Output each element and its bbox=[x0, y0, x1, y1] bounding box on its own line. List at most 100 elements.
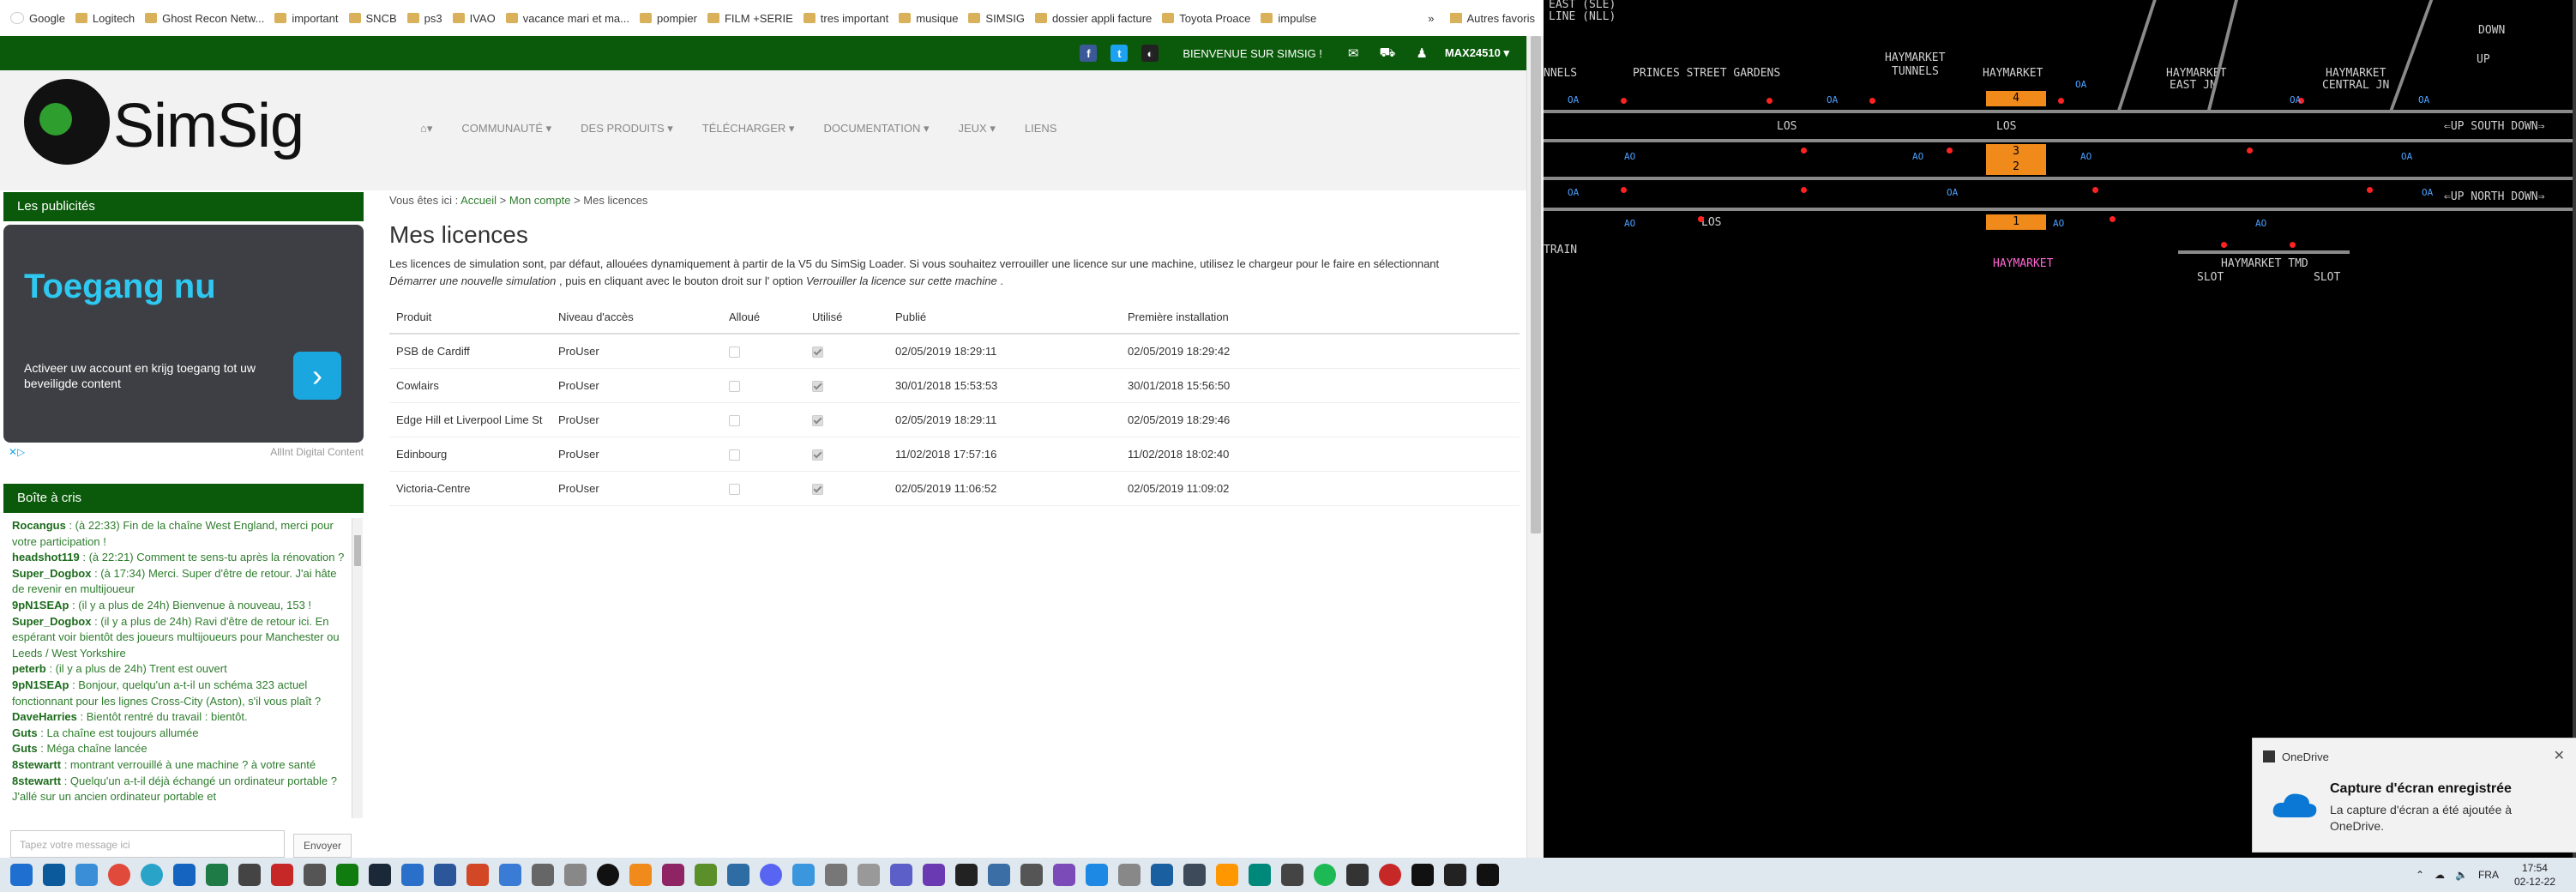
bookmark-impulse[interactable]: impulse bbox=[1261, 12, 1316, 25]
allocated-checkbox[interactable] bbox=[729, 484, 740, 496]
allocated-checkbox[interactable] bbox=[729, 449, 740, 461]
signal-icon[interactable] bbox=[1698, 216, 1704, 222]
signal-icon[interactable] bbox=[2290, 242, 2296, 248]
powerpoint-icon[interactable] bbox=[466, 864, 489, 886]
discord-icon[interactable] bbox=[760, 864, 782, 886]
app-icon[interactable] bbox=[1346, 864, 1369, 886]
app-icon[interactable] bbox=[1183, 864, 1206, 886]
close-icon[interactable]: ✕ bbox=[2554, 747, 2565, 764]
signal-icon[interactable] bbox=[2367, 187, 2373, 193]
signal-icon[interactable] bbox=[1947, 148, 1953, 154]
nav-documentation[interactable]: DOCUMENTATION ▾ bbox=[823, 122, 929, 136]
breadcrumb-home[interactable]: Accueil bbox=[460, 194, 497, 207]
app-icon[interactable] bbox=[1379, 864, 1401, 886]
bookmark-google[interactable]: Google bbox=[10, 12, 65, 25]
app-icon[interactable] bbox=[662, 864, 684, 886]
signal-icon[interactable] bbox=[2058, 98, 2064, 104]
language-indicator[interactable]: FRA bbox=[2478, 869, 2499, 881]
bookmark-toyota[interactable]: Toyota Proace bbox=[1162, 12, 1250, 25]
app-icon[interactable] bbox=[1216, 864, 1238, 886]
network-icon[interactable]: ☁ bbox=[2435, 869, 2445, 881]
bookmark-simsig[interactable]: SIMSIG bbox=[968, 12, 1025, 25]
mail-icon[interactable]: ✉ bbox=[1348, 45, 1359, 61]
bookmark-logitech[interactable]: Logitech bbox=[75, 12, 135, 25]
app-icon[interactable] bbox=[1444, 864, 1466, 886]
spotify-icon[interactable] bbox=[1314, 864, 1336, 886]
nav-telecharger[interactable]: TÉLÉCHARGER ▾ bbox=[702, 122, 795, 136]
onedrive-notification[interactable]: OneDrive ✕ Capture d'écran enregistrée L… bbox=[2252, 738, 2576, 853]
browser-scrollbar[interactable] bbox=[1526, 36, 1544, 858]
signal-icon[interactable] bbox=[1766, 98, 1773, 104]
app-icon[interactable] bbox=[727, 864, 749, 886]
search-icon[interactable] bbox=[43, 864, 65, 886]
platform-2[interactable]: 2 bbox=[1986, 160, 2046, 175]
signal-icon[interactable] bbox=[1801, 187, 1807, 193]
app-icon[interactable] bbox=[629, 864, 652, 886]
app-icon[interactable] bbox=[1281, 864, 1303, 886]
signal-icon[interactable] bbox=[2221, 242, 2227, 248]
sim-scrollbar[interactable] bbox=[2573, 0, 2576, 858]
bookmark-other[interactable]: Autres favoris bbox=[1467, 12, 1535, 25]
user-menu[interactable]: MAX24510 ▾ bbox=[1445, 46, 1509, 60]
app-icon[interactable] bbox=[825, 864, 847, 886]
app-icon[interactable] bbox=[695, 864, 717, 886]
signal-icon[interactable] bbox=[2247, 148, 2253, 154]
allocated-checkbox[interactable] bbox=[729, 415, 740, 427]
app-icon[interactable] bbox=[988, 864, 1010, 886]
app-icon[interactable] bbox=[955, 864, 978, 886]
task-view-icon[interactable] bbox=[75, 864, 98, 886]
app-icon[interactable] bbox=[304, 864, 326, 886]
bookmark-sncb[interactable]: SNCB bbox=[348, 12, 397, 25]
app-icon[interactable] bbox=[923, 864, 945, 886]
nav-jeux[interactable]: JEUX ▾ bbox=[959, 122, 996, 136]
ad-arrow-button[interactable]: › bbox=[293, 352, 341, 400]
facebook-icon[interactable]: f bbox=[1080, 45, 1098, 62]
bookmark-dossier-appli[interactable]: dossier appli facture bbox=[1034, 12, 1152, 25]
outlook-icon[interactable] bbox=[173, 864, 196, 886]
app-icon[interactable] bbox=[1151, 864, 1173, 886]
bookmark-ghost-recon[interactable]: Ghost Recon Netw... bbox=[145, 12, 264, 25]
breadcrumb-account[interactable]: Mon compte bbox=[509, 194, 571, 207]
platform-4[interactable]: 4 bbox=[1986, 91, 2046, 106]
app-icon[interactable] bbox=[564, 864, 587, 886]
bookmark-musique[interactable]: musique bbox=[899, 12, 958, 25]
simsig-logo[interactable]: SimSig bbox=[24, 79, 304, 173]
bookmark-ps3[interactable]: ps3 bbox=[406, 12, 442, 25]
send-button[interactable]: Envoyer bbox=[293, 834, 352, 858]
chrome-icon[interactable] bbox=[108, 864, 130, 886]
steam-icon[interactable] bbox=[369, 864, 391, 886]
clock[interactable]: 17:54 02-12-22 bbox=[2514, 861, 2555, 889]
signal-icon[interactable] bbox=[2110, 216, 2116, 222]
app-icon[interactable] bbox=[858, 864, 880, 886]
nav-produits[interactable]: DES PRODUITS ▾ bbox=[581, 122, 673, 136]
bookmark-vacance[interactable]: vacance mari et ma... bbox=[505, 12, 629, 25]
simsig-panel[interactable]: EAST (SLE) LINE (NLL) NNELS PRINCES STRE… bbox=[1544, 0, 2576, 858]
scroll-thumb[interactable] bbox=[354, 535, 361, 566]
cart-icon[interactable]: ⛟ bbox=[1379, 45, 1395, 62]
user-icon[interactable]: ♟ bbox=[1416, 45, 1427, 61]
app-icon[interactable] bbox=[1086, 864, 1108, 886]
teams-icon[interactable] bbox=[890, 864, 912, 886]
app-icon[interactable] bbox=[499, 864, 521, 886]
xbox-icon[interactable] bbox=[336, 864, 358, 886]
app-icon[interactable] bbox=[532, 864, 554, 886]
windows-start-icon[interactable] bbox=[10, 864, 33, 886]
scroll-thumb[interactable] bbox=[1531, 36, 1541, 533]
bookmarks-overflow[interactable]: » Autres favoris bbox=[1428, 12, 1535, 25]
bookmark-ivao[interactable]: IVAO bbox=[452, 12, 496, 25]
edge-icon[interactable] bbox=[141, 864, 163, 886]
bookmark-film-serie[interactable]: FILM +SERIE bbox=[707, 12, 793, 25]
app-icon[interactable] bbox=[1020, 864, 1043, 886]
bookmark-pompier[interactable]: pompier bbox=[640, 12, 697, 25]
signal-icon[interactable] bbox=[1801, 148, 1807, 154]
bookmark-important[interactable]: important bbox=[274, 12, 339, 25]
platform-3[interactable]: 3 bbox=[1986, 144, 2046, 160]
nav-liens[interactable]: LIENS bbox=[1025, 122, 1057, 136]
shout-input[interactable]: Tapez votre message ici bbox=[10, 830, 285, 858]
twitter-icon[interactable]: t bbox=[1110, 45, 1129, 62]
app-icon[interactable] bbox=[1118, 864, 1141, 886]
simsig-icon[interactable] bbox=[597, 864, 619, 886]
platform-1[interactable]: 1 bbox=[1986, 214, 2046, 230]
signal-icon[interactable] bbox=[1869, 98, 1875, 104]
nav-communaute[interactable]: COMMUNAUTÉ ▾ bbox=[461, 122, 551, 136]
